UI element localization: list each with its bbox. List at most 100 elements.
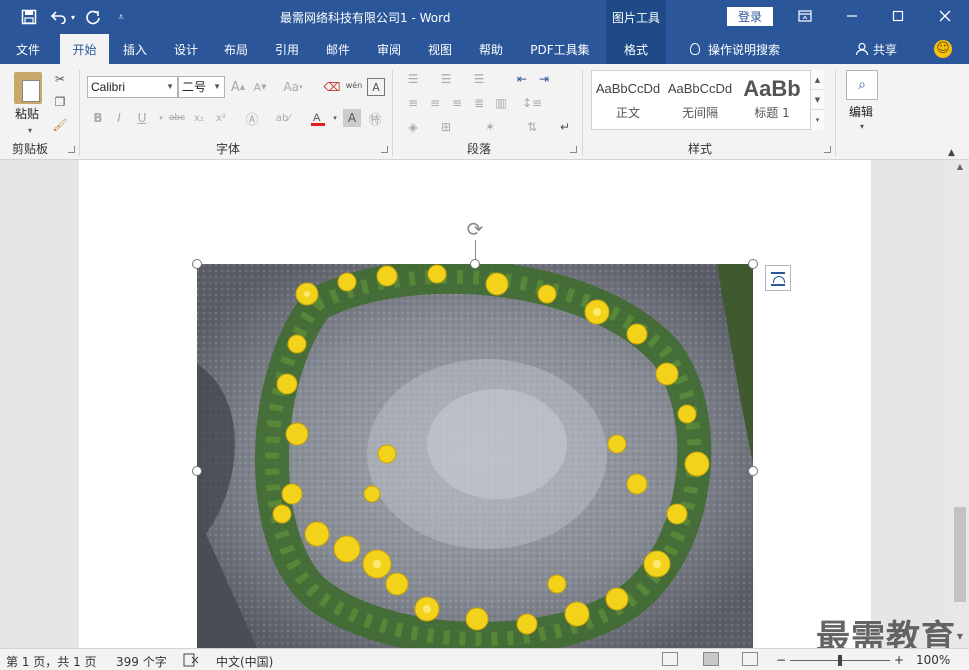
underline-icon[interactable]: U: [133, 109, 151, 127]
tab-insert[interactable]: 插入: [114, 34, 156, 64]
clipboard-launcher-icon[interactable]: [68, 146, 75, 153]
show-marks-icon[interactable]: ↵: [556, 118, 574, 136]
tab-help[interactable]: 帮助: [470, 34, 512, 64]
style-heading-1[interactable]: AaBb 标题 1: [739, 74, 805, 126]
font-name-combo[interactable]: Calibri ▼: [87, 76, 178, 98]
character-shading-icon[interactable]: A: [343, 109, 361, 127]
character-border-icon[interactable]: A: [367, 78, 385, 96]
read-mode-icon[interactable]: [662, 652, 678, 666]
text-highlight-icon[interactable]: ab⁄: [274, 109, 292, 127]
subscript-icon[interactable]: x₂: [190, 109, 208, 127]
tab-format[interactable]: 格式: [606, 34, 666, 64]
smiley-feedback-icon[interactable]: ☺: [934, 40, 952, 58]
editing-search-icon[interactable]: ⌕: [846, 70, 878, 100]
layout-options-icon[interactable]: [765, 265, 791, 291]
multilevel-list-icon[interactable]: ☰: [470, 70, 488, 88]
styles-gallery-scroll[interactable]: ▲ ▼ ▾: [810, 70, 824, 130]
font-color-dropdown-icon[interactable]: ▾: [326, 109, 344, 127]
zoom-slider-thumb[interactable]: [838, 655, 842, 666]
tab-home[interactable]: 开始: [60, 34, 109, 65]
scroll-thumb[interactable]: [954, 507, 966, 602]
cut-icon[interactable]: ✂: [51, 70, 69, 88]
superscript-icon[interactable]: x²: [212, 109, 230, 127]
tab-pdf-tools[interactable]: PDF工具集: [522, 34, 598, 64]
editing-dropdown-icon[interactable]: ▾: [853, 117, 871, 135]
language-indicator[interactable]: 中文(中国): [216, 653, 273, 670]
font-launcher-icon[interactable]: [381, 146, 388, 153]
line-spacing-icon[interactable]: ↕≡: [522, 94, 542, 112]
decrease-indent-icon[interactable]: ⇤: [513, 70, 531, 88]
align-center-icon[interactable]: ≡: [426, 94, 444, 112]
sort-icon[interactable]: ⇅: [523, 118, 541, 136]
paste-button-label[interactable]: 粘贴: [15, 105, 39, 122]
resize-handle-top-right[interactable]: [748, 259, 758, 269]
login-button[interactable]: 登录: [727, 7, 773, 26]
paste-icon[interactable]: [14, 72, 42, 104]
italic-icon[interactable]: I: [110, 109, 128, 127]
align-left-icon[interactable]: ≡: [404, 94, 422, 112]
page-count[interactable]: 第 1 页，共 1 页: [6, 653, 97, 670]
bullets-icon[interactable]: ☰: [404, 70, 422, 88]
word-count[interactable]: 399 个字: [116, 653, 167, 670]
grow-font-icon[interactable]: A ▲: [229, 78, 247, 96]
customize-toolbar-icon[interactable]: ⩡: [112, 6, 130, 28]
tab-view[interactable]: 视图: [419, 34, 461, 64]
save-icon[interactable]: [18, 6, 40, 28]
numbering-icon[interactable]: ☰: [437, 70, 455, 88]
minimize-icon[interactable]: [837, 4, 867, 28]
clear-formatting-icon[interactable]: ⌫: [323, 78, 341, 96]
collapse-ribbon-icon[interactable]: ▲: [948, 148, 955, 158]
copy-icon[interactable]: ❐: [51, 93, 69, 111]
phonetic-guide-icon[interactable]: wén: [345, 76, 363, 94]
bold-icon[interactable]: B: [89, 109, 107, 127]
resize-handle-top-left[interactable]: [192, 259, 202, 269]
maximize-icon[interactable]: [883, 4, 913, 28]
align-right-icon[interactable]: ≡: [448, 94, 466, 112]
web-layout-icon[interactable]: [742, 652, 758, 666]
font-size-combo[interactable]: 二号 ▼: [178, 76, 225, 98]
change-case-icon[interactable]: Aa ▾: [280, 78, 306, 96]
distributed-icon[interactable]: ▥: [492, 94, 510, 112]
close-icon[interactable]: [930, 4, 960, 28]
paste-dropdown-icon[interactable]: ▾: [21, 121, 39, 139]
style-no-spacing[interactable]: AaBbCcDd 无间隔: [667, 74, 733, 126]
tab-references[interactable]: 引用: [266, 34, 308, 64]
redo-icon[interactable]: [82, 6, 104, 28]
strikethrough-icon[interactable]: abc: [167, 109, 187, 127]
tab-design[interactable]: 设计: [165, 34, 207, 64]
more-styles-icon[interactable]: ▾: [811, 110, 824, 130]
resize-handle-left[interactable]: [192, 466, 202, 476]
scroll-up-arrow-icon[interactable]: ▲: [951, 162, 969, 176]
style-normal[interactable]: AaBbCcDd 正文: [595, 74, 661, 126]
chinese-layout-icon[interactable]: ✶: [481, 118, 499, 136]
rotate-handle-icon[interactable]: ⟳: [464, 218, 486, 240]
tab-layout[interactable]: 布局: [215, 34, 257, 64]
scroll-up-icon[interactable]: ▲: [811, 70, 824, 90]
text-effects-icon[interactable]: Ⓐ: [243, 109, 261, 128]
paragraph-launcher-icon[interactable]: [570, 146, 577, 153]
resize-handle-right[interactable]: [748, 466, 758, 476]
font-color-icon[interactable]: A: [309, 109, 327, 127]
undo-dropdown-icon[interactable]: ▾: [68, 6, 78, 28]
share-button[interactable]: 共享: [850, 34, 902, 64]
tell-me-search[interactable]: 操作说明搜索: [680, 34, 790, 64]
styles-launcher-icon[interactable]: [824, 146, 831, 153]
vertical-scrollbar[interactable]: ▲ ▼: [951, 160, 969, 648]
justify-icon[interactable]: ≣: [470, 94, 488, 112]
zoom-out-button[interactable]: −: [776, 653, 786, 667]
zoom-level[interactable]: 100%: [916, 653, 950, 667]
shading-icon[interactable]: ◈: [404, 118, 422, 136]
document-page[interactable]: ⟳: [79, 160, 871, 648]
scroll-down-icon[interactable]: ▼: [811, 90, 824, 110]
ribbon-display-icon[interactable]: [790, 4, 820, 28]
print-layout-icon[interactable]: [703, 652, 719, 666]
undo-icon[interactable]: [48, 6, 70, 28]
format-painter-icon[interactable]: 🖌: [51, 116, 69, 134]
increase-indent-icon[interactable]: ⇥: [535, 70, 553, 88]
zoom-in-button[interactable]: +: [894, 653, 904, 667]
selected-picture[interactable]: [197, 264, 753, 648]
tab-review[interactable]: 审阅: [368, 34, 410, 64]
proofing-icon[interactable]: [183, 653, 199, 670]
tab-file[interactable]: 文件: [4, 34, 52, 64]
enclose-characters-icon[interactable]: ㊕: [366, 109, 384, 128]
